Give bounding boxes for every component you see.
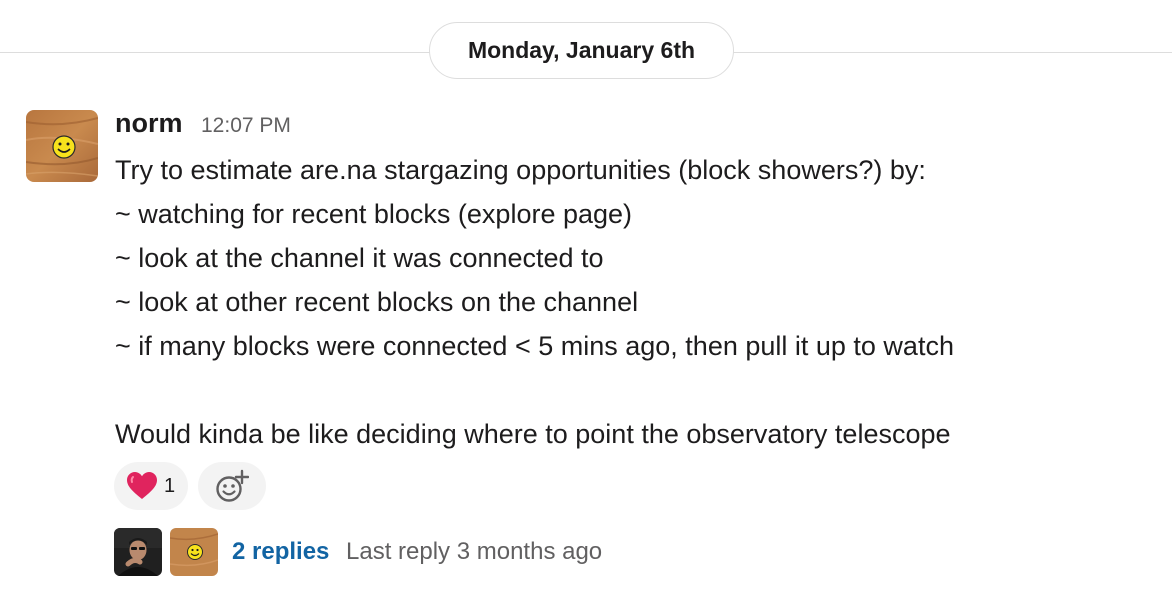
message-line: Try to estimate are.na stargazing opport… bbox=[115, 155, 926, 185]
date-divider-pill[interactable]: Monday, January 6th bbox=[429, 22, 734, 79]
sender-name[interactable]: norm bbox=[115, 108, 183, 139]
thread-replies-link[interactable]: 2 replies bbox=[232, 538, 329, 566]
heart-icon bbox=[127, 472, 157, 499]
add-emoji-icon bbox=[216, 469, 249, 502]
reaction-count: 1 bbox=[164, 474, 176, 497]
smiley-avatar-icon bbox=[26, 110, 98, 182]
message-timestamp[interactable]: 12:07 PM bbox=[201, 114, 291, 138]
smiley-avatar-icon bbox=[170, 528, 218, 576]
message-line: ~ if many blocks were connected < 5 mins… bbox=[115, 331, 954, 361]
person-avatar-icon bbox=[114, 528, 162, 576]
add-reaction-button[interactable] bbox=[198, 462, 266, 510]
message-line: ~ watching for recent blocks (explore pa… bbox=[115, 199, 633, 229]
reply-avatar-1[interactable] bbox=[114, 528, 162, 576]
message-line: ~ look at other recent blocks on the cha… bbox=[115, 287, 639, 317]
date-label: Monday, January 6th bbox=[467, 37, 696, 63]
message-line: ~ look at the channel it was connected t… bbox=[115, 243, 604, 273]
heart-reaction-button[interactable]: 1 bbox=[114, 462, 188, 510]
reply-avatar-2[interactable] bbox=[170, 528, 218, 576]
thread-last-reply: Last reply 3 months ago bbox=[346, 538, 603, 565]
message-line: Would kinda be like deciding where to po… bbox=[115, 419, 951, 449]
sender-avatar[interactable] bbox=[26, 110, 98, 182]
